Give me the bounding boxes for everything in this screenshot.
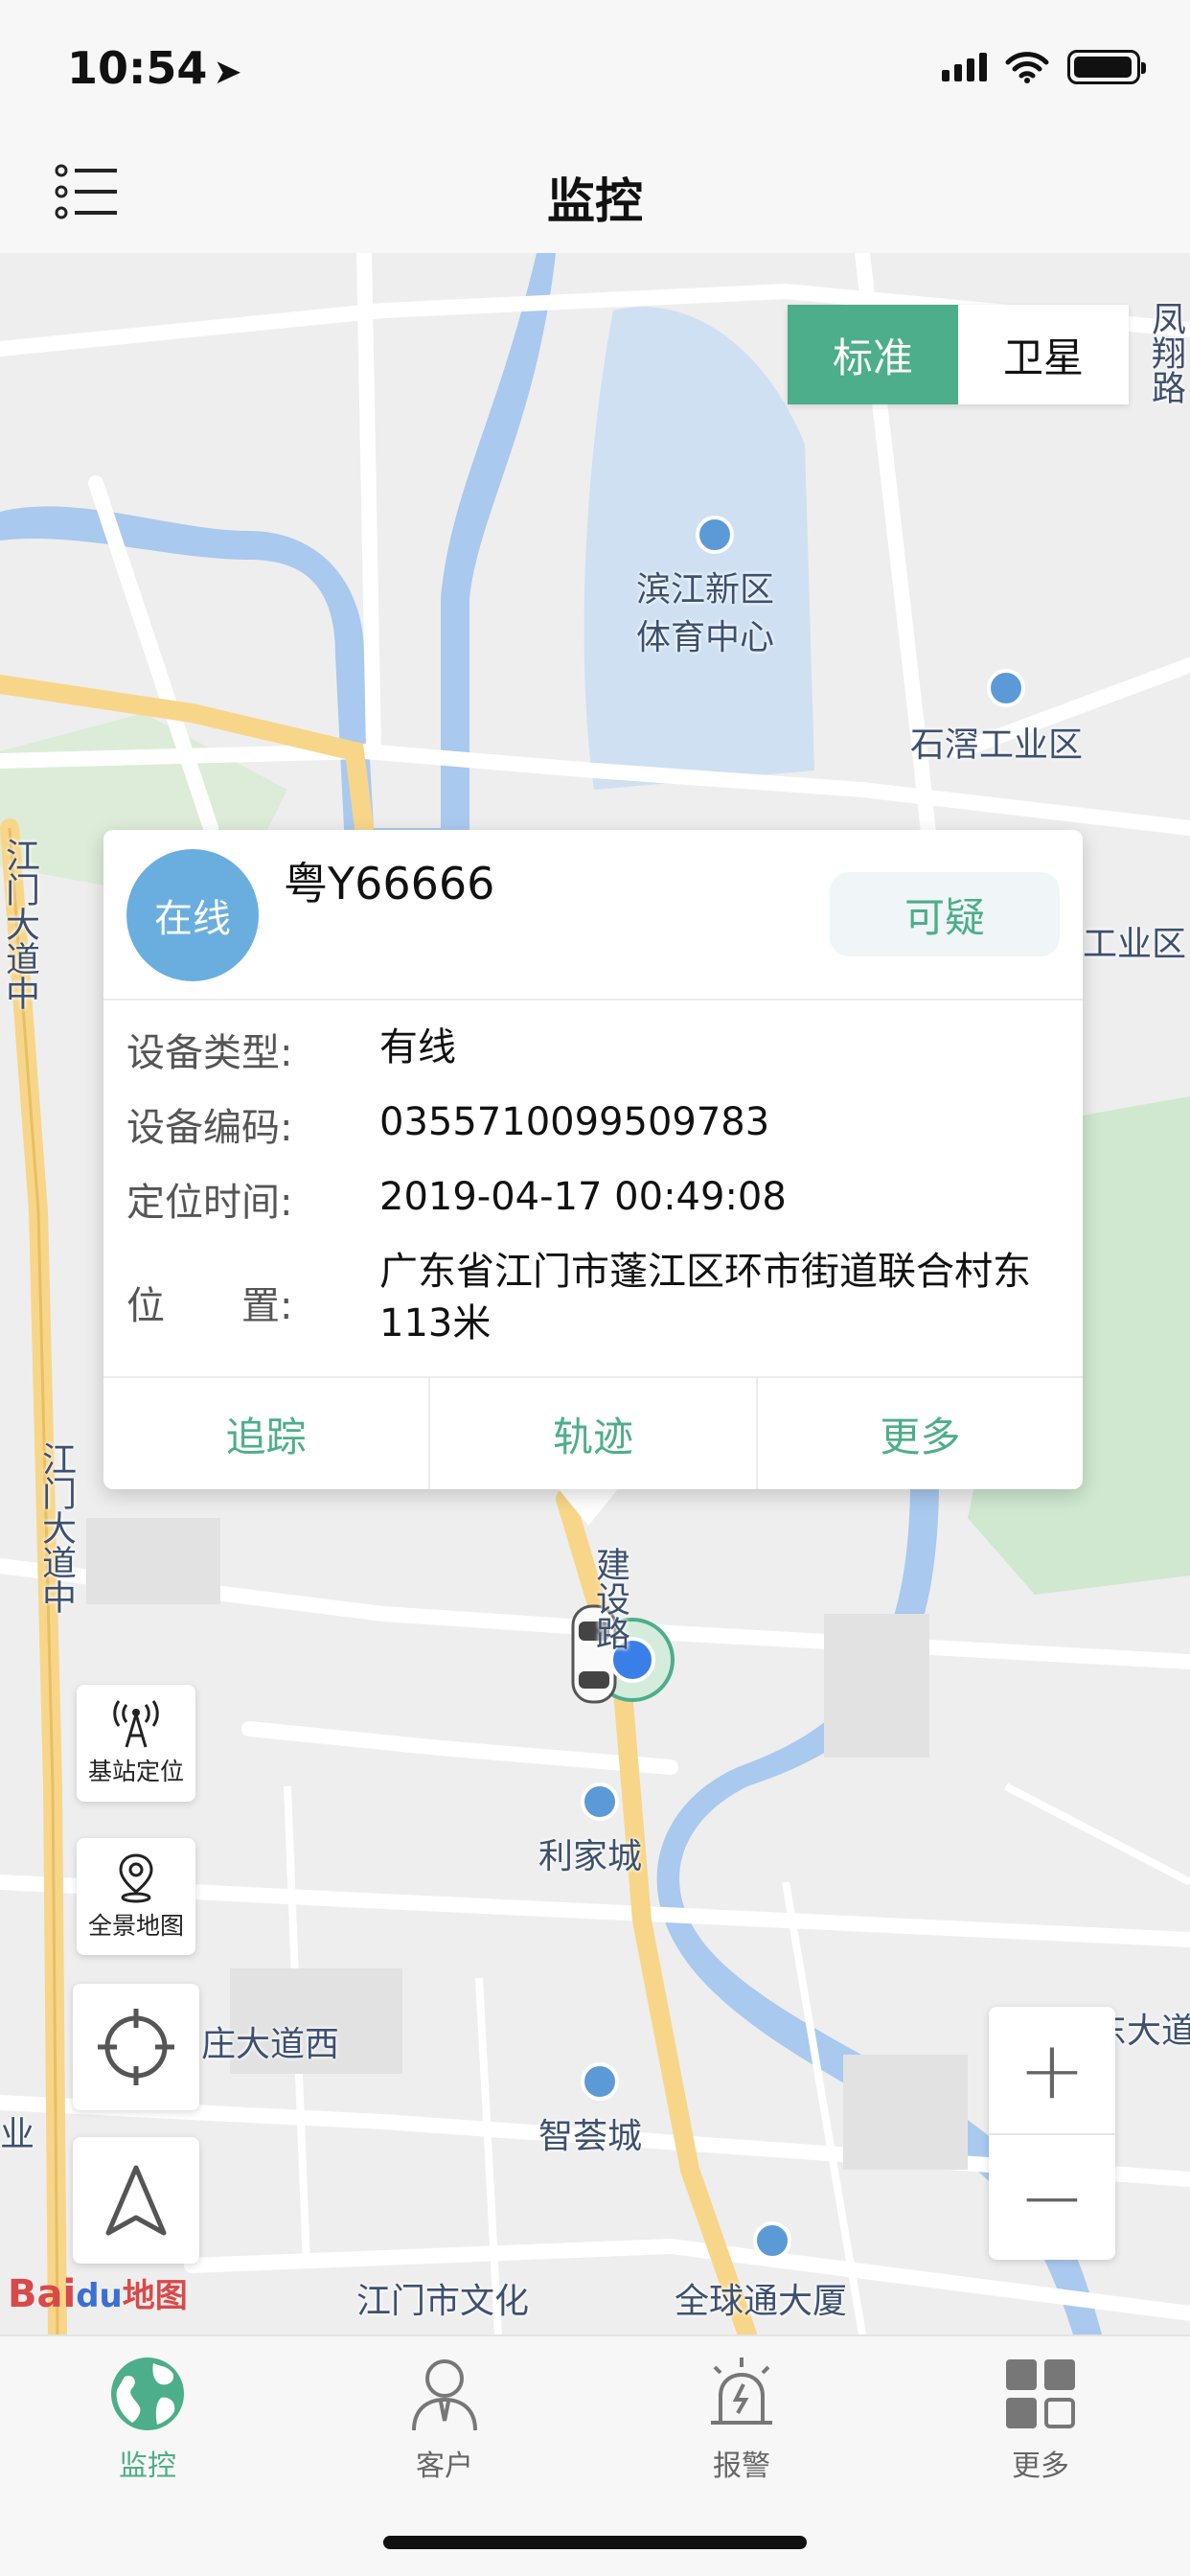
device-code-row: 设备编码: 0355710099509783 [126, 1096, 1060, 1154]
locate-me-button[interactable] [73, 1984, 199, 2110]
track-button[interactable]: 追踪 [103, 1378, 428, 1489]
map-label: 全球通大厦 [675, 2282, 848, 2321]
map-label: 利家城 [538, 1837, 643, 1876]
location-arrow-icon: ➤ [213, 53, 242, 92]
panorama-map-button[interactable]: 全景地图 [77, 1838, 195, 1955]
wifi-icon [1005, 52, 1049, 83]
base-station-label: 基站定位 [87, 1758, 184, 1785]
tab-label: 客户 [416, 2450, 473, 2483]
home-indicator [383, 2536, 807, 2549]
antenna-icon [113, 1700, 159, 1748]
map-label: 江门市文化 [356, 2282, 530, 2321]
zoom-out-button[interactable]: − [989, 2133, 1115, 2260]
cellular-signal-icon [942, 53, 987, 81]
online-status-badge: 在线 [126, 849, 259, 981]
status-bar: 10:54 ➤ [0, 0, 1190, 134]
device-code-label: 设备编码: [126, 1106, 293, 1150]
building-icon [581, 1782, 619, 1821]
globe-icon [111, 2358, 184, 2430]
base-station-locate-button[interactable]: 基站定位 [77, 1685, 195, 1802]
tab-label: 报警 [713, 2450, 770, 2483]
tab-label: 更多 [1012, 2450, 1069, 2483]
tab-alarms[interactable]: 报警 [646, 2354, 837, 2484]
user-icon [412, 2359, 477, 2431]
status-time: 10:54 ➤ [67, 42, 242, 94]
location-label: 位 置: [126, 1284, 293, 1328]
zoom-in-button[interactable]: + [989, 2007, 1115, 2133]
tab-monitor[interactable]: 监控 [52, 2354, 243, 2484]
tab-more[interactable]: 更多 [945, 2354, 1136, 2484]
card-divider [103, 999, 1083, 1000]
map-label: 凤翔路 [1146, 301, 1185, 404]
building-icon [987, 669, 1025, 707]
status-icons [942, 50, 1146, 84]
map-type-toggle: 标准 卫星 [788, 305, 1129, 404]
tab-label: 监控 [119, 2450, 176, 2483]
building-icon [753, 2221, 791, 2260]
map-label: 庄大道西 [201, 2025, 340, 2064]
locate-time-value: 2019-04-17 00:49:08 [379, 1175, 787, 1219]
locate-time-label: 定位时间: [126, 1181, 293, 1225]
stadium-icon [696, 516, 734, 554]
card-pointer [556, 1485, 621, 1526]
card-actions: 追踪 轨迹 更多 [103, 1376, 1083, 1489]
suspicious-button[interactable]: 可疑 [830, 872, 1060, 956]
map-label: 建设路 [590, 1547, 629, 1650]
map-type-satellite-button[interactable]: 卫星 [958, 305, 1129, 404]
more-actions-button[interactable]: 更多 [755, 1378, 1083, 1489]
map-label: 江门大道中 [36, 1441, 76, 1614]
panorama-label: 全景地图 [87, 1912, 184, 1940]
panorama-pin-icon [119, 1853, 153, 1903]
crosshair-icon [98, 2009, 174, 2085]
device-type-value: 有线 [379, 1025, 456, 1070]
locate-time-row: 定位时间: 2019-04-17 00:49:08 [126, 1171, 1060, 1229]
battery-icon [1067, 50, 1146, 84]
trajectory-button[interactable]: 轨迹 [428, 1378, 755, 1489]
vehicle-info-card: 在线 粤Y66666 可疑 设备类型: 有线 设备编码: 03557100995… [103, 830, 1083, 1489]
navigation-bar: 监控 [0, 134, 1190, 253]
tab-customers[interactable]: 客户 [349, 2354, 540, 2484]
map-type-standard-button[interactable]: 标准 [788, 305, 958, 404]
navigation-mode-button[interactable] [73, 2137, 199, 2264]
navigation-arrow-icon [105, 2165, 167, 2236]
map-label: 智荟城 [538, 2117, 643, 2156]
page-title: 监控 [547, 173, 643, 229]
location-row: 位 置: 广东省江门市蓬江区环市街道联合村东113米 [126, 1246, 1060, 1361]
map-label: 江门大道中 [0, 838, 39, 1010]
location-value: 广东省江门市蓬江区环市街道联合村东113米 [379, 1250, 1031, 1346]
grid-icon [1006, 2359, 1075, 2428]
vehicle-plate: 粤Y66666 [284, 858, 495, 909]
map-label: 体育中心 [636, 618, 775, 657]
baidu-map-logo: Baidu地图 [8, 2272, 188, 2316]
map-label: 滨江新区 [636, 570, 775, 610]
building-icon [581, 2062, 619, 2101]
device-code-value: 0355710099509783 [379, 1100, 770, 1144]
map-label: 石滘工业区 [910, 725, 1084, 765]
map-label: 业 [0, 2115, 35, 2154]
zoom-control: + − [989, 2007, 1115, 2260]
device-type-label: 设备类型: [126, 1031, 293, 1075]
alarm-icon [711, 2358, 772, 2425]
map-label: 工业区 [1083, 925, 1187, 964]
device-type-row: 设备类型: 有线 [126, 1022, 1060, 1079]
